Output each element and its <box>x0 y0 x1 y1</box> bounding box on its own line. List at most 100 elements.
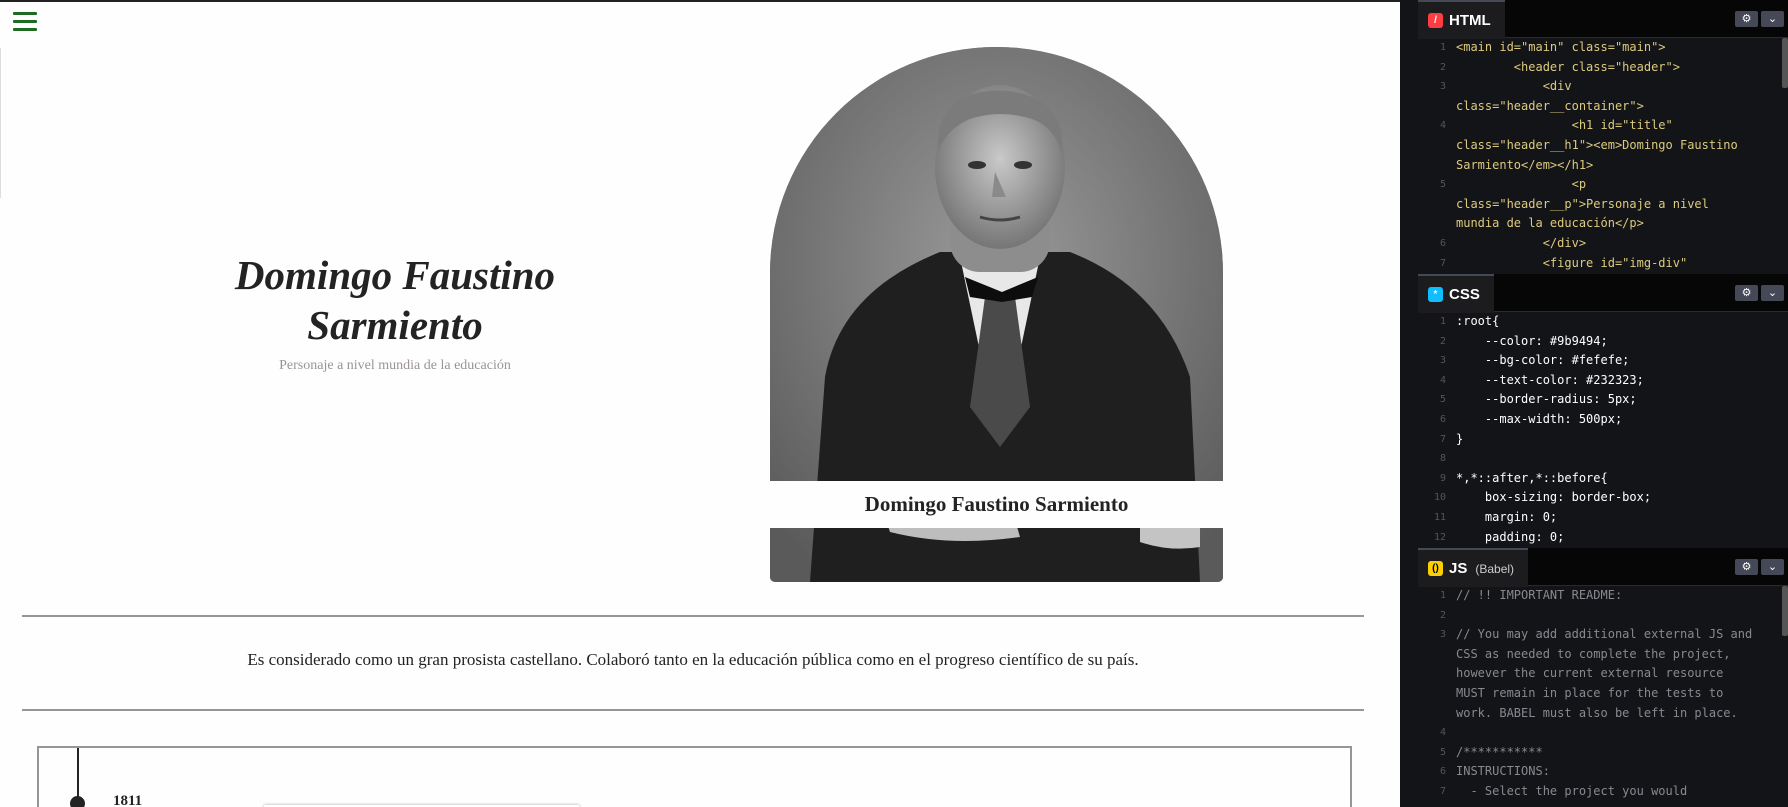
code-line[interactable]: 3 --bg-color: #fefefe; <box>1418 351 1788 371</box>
code-line[interactable]: 7 <figure id="img-div" <box>1418 254 1788 272</box>
code-text: </div> <box>1456 235 1587 250</box>
code-line[interactable]: Sarmiento</em></h1> <box>1418 156 1788 176</box>
code-editor: / HTML ⚙ ⌄ 1 <main id="main" class="main"… <box>1400 0 1788 807</box>
preview-pane: Domingo Faustino Sarmiento Personaje a n… <box>0 0 1400 807</box>
code-line[interactable]: 9 *,*::after,*::before{ <box>1418 469 1788 489</box>
code-line[interactable]: 7} <box>1418 430 1788 450</box>
code-line[interactable]: class="header__container"> <box>1418 97 1788 117</box>
code-line[interactable]: 3 // You may add additional external JS a… <box>1418 625 1788 645</box>
code-line[interactable]: CSS as needed to complete the project, <box>1418 645 1788 665</box>
code-line[interactable]: 5 --border-radius: 5px; <box>1418 390 1788 410</box>
portrait-caption: Domingo Faustino Sarmiento <box>770 481 1223 528</box>
chevron-down-icon[interactable]: ⌄ <box>1761 559 1784 575</box>
code-line[interactable]: 11 margin: 0; <box>1418 508 1788 528</box>
code-text: - Select the project you would <box>1456 783 1688 798</box>
chevron-down-icon[interactable]: ⌄ <box>1761 11 1784 27</box>
line-number: 4 <box>1439 727 1446 739</box>
line-number: 7 <box>1439 257 1446 269</box>
line-number: 3 <box>1439 629 1446 641</box>
code-line[interactable]: 7 - Select the project you would <box>1418 782 1788 802</box>
code-line[interactable]: mundia de la educación</p> <box>1418 214 1788 234</box>
chevron-down-icon[interactable]: ⌄ <box>1761 285 1784 301</box>
code-line[interactable]: 2 <box>1418 606 1788 626</box>
line-number: 1 <box>1439 316 1446 327</box>
line-number: 5 <box>1439 394 1446 406</box>
timeline-dot <box>70 796 85 807</box>
tab-css[interactable]: * CSS <box>1418 274 1494 313</box>
code-text: --bg-color: #fefefe; <box>1456 353 1630 368</box>
code-line[interactable]: 3 <div <box>1418 77 1788 97</box>
line-number <box>1418 704 1456 724</box>
tab-html-label: HTML <box>1449 12 1491 29</box>
code-line[interactable]: 5 /*********** <box>1418 743 1788 763</box>
code-text: *,*::after,*::before{ <box>1456 470 1608 485</box>
css-panel: * CSS ⚙ ⌄ 1:root{2 --color: #9b9494; 3 --… <box>1418 274 1788 546</box>
gear-icon[interactable]: ⚙ <box>1735 285 1758 301</box>
line-number: 2 <box>1439 335 1446 347</box>
code-text: mundia de la educación</p> <box>1456 216 1644 231</box>
code-text: <main id="main" class="main"> <box>1456 40 1666 54</box>
code-line[interactable]: 4 <box>1418 723 1788 743</box>
hamburger-icon[interactable] <box>13 12 37 34</box>
timeline: 1811 <box>37 746 1352 807</box>
code-text: // !! IMPORTANT README: <box>1456 588 1623 602</box>
code-text: class="header__p">Personaje a nivel <box>1456 196 1709 211</box>
code-text: padding: 0; <box>1456 529 1565 544</box>
html-scrollbar[interactable] <box>1782 38 1788 88</box>
gear-icon[interactable]: ⚙ <box>1735 559 1758 575</box>
code-line[interactable]: work. BABEL must also be left in place. <box>1418 704 1788 724</box>
code-line[interactable]: however the current external resource <box>1418 664 1788 684</box>
line-number: 6 <box>1439 413 1446 425</box>
code-text: <figure id="img-div" <box>1456 255 1688 270</box>
code-text: Sarmiento</em></h1> <box>1456 157 1594 172</box>
line-number <box>1418 684 1456 704</box>
line-number <box>1418 645 1456 665</box>
code-line[interactable]: 2 <header class="header"> <box>1418 58 1788 78</box>
tab-html[interactable]: / HTML <box>1418 0 1505 39</box>
code-line[interactable]: class="header__h1"><em>Domingo Faustino <box>1418 136 1788 156</box>
code-text: INSTRUCTIONS: <box>1456 764 1550 779</box>
code-line[interactable]: 10 box-sizing: border-box; <box>1418 488 1788 508</box>
code-text: MUST remain in place for the tests to <box>1456 685 1724 700</box>
code-line[interactable]: 1:root{ <box>1418 312 1788 332</box>
tab-js[interactable]: () JS (Babel) <box>1418 548 1529 587</box>
js-panel: () JS (Babel) ⚙ ⌄ 1 // !! IMPORTANT READM… <box>1418 548 1788 807</box>
js-code[interactable]: 1 // !! IMPORTANT README: 2 3 // You may add… <box>1418 586 1788 807</box>
code-line[interactable]: 4 --text-color: #232323; <box>1418 371 1788 391</box>
gear-icon[interactable]: ⚙ <box>1735 11 1758 27</box>
code-text: /*********** <box>1456 744 1543 759</box>
code-line[interactable]: MUST remain in place for the tests to <box>1418 684 1788 704</box>
code-line[interactable]: 6 INSTRUCTIONS: <box>1418 762 1788 782</box>
line-number: 5 <box>1439 179 1446 191</box>
code-line[interactable]: 1 <main id="main" class="main"> <box>1418 38 1788 58</box>
tab-css-label: CSS <box>1449 286 1480 303</box>
code-line[interactable]: 2 --color: #9b9494; <box>1418 332 1788 352</box>
description-text: Es considerado como un gran prosista cas… <box>247 650 1139 669</box>
tab-js-label: JS <box>1449 560 1468 577</box>
code-text: <h1 id="title" <box>1456 118 1673 133</box>
css-panel-header: * CSS ⚙ ⌄ <box>1418 274 1788 313</box>
line-number: 11 <box>1433 511 1446 523</box>
line-number: 3 <box>1439 355 1446 367</box>
top-border <box>0 0 1400 2</box>
code-line[interactable]: 1 // !! IMPORTANT README: <box>1418 586 1788 606</box>
line-number: 8 <box>1439 453 1446 465</box>
js-scrollbar[interactable] <box>1782 586 1788 636</box>
line-number: 2 <box>1439 61 1446 73</box>
line-number: 7 <box>1439 785 1446 797</box>
code-line[interactable]: class="header__p">Personaje a nivel <box>1418 195 1788 215</box>
css-code[interactable]: 1:root{2 --color: #9b9494; 3 --bg-color: … <box>1418 312 1788 546</box>
line-number: 5 <box>1439 746 1446 758</box>
code-text: } <box>1456 431 1464 446</box>
timeline-year: 1811 <box>113 793 143 807</box>
code-line[interactable]: 4 <h1 id="title" <box>1418 116 1788 136</box>
js-panel-header: () JS (Babel) ⚙ ⌄ <box>1418 548 1788 587</box>
code-line[interactable]: 8 <box>1418 449 1788 469</box>
code-line[interactable]: 6 </div> <box>1418 234 1788 254</box>
line-number <box>1418 664 1456 684</box>
code-line[interactable]: 5 <p <box>1418 175 1788 195</box>
code-line[interactable]: 12 padding: 0; <box>1418 528 1788 546</box>
html-code[interactable]: 1 <main id="main" class="main"> 2 <header … <box>1418 38 1788 272</box>
code-line[interactable]: 6 --max-width: 500px; <box>1418 410 1788 430</box>
code-text: <header class="header"> <box>1456 59 1680 74</box>
